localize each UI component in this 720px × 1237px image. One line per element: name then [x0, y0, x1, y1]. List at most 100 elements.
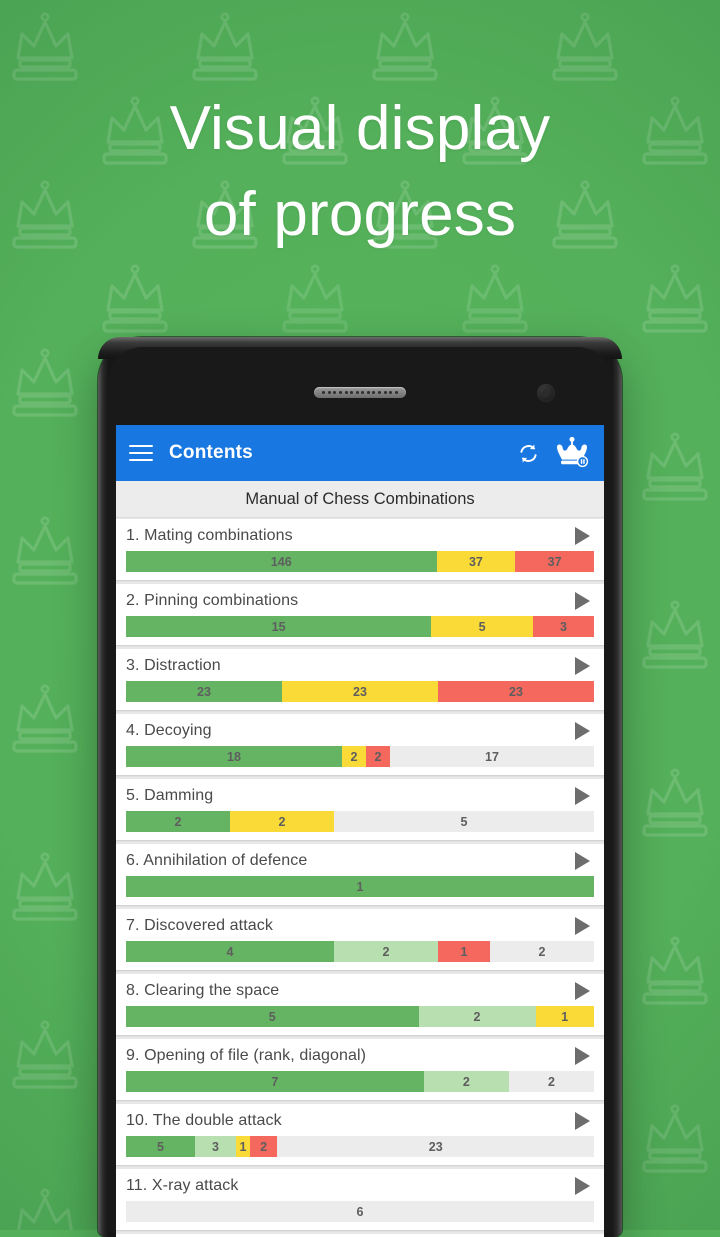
sync-refresh-icon[interactable] [516, 441, 541, 466]
progress-segment-failed: 2 [366, 746, 390, 767]
phone-earpiece-speaker [314, 387, 406, 398]
app-bar-actions [516, 436, 591, 470]
chapter-progress-bar: 15 5 3 [126, 616, 594, 637]
progress-segment-failed: 23 [438, 681, 594, 702]
chapter-play-arrow-icon[interactable] [575, 592, 590, 610]
progress-segment-remaining: 5 [334, 811, 594, 832]
chapter-title: 6. Annihilation of defence [126, 852, 308, 869]
chapter-list[interactable]: 1. Mating combinations 146 37 37 2. Pinning … [116, 518, 604, 1237]
chapter-header-row: 6. Annihilation of defence [126, 851, 594, 876]
chapter-header-row: 4. Decoying [126, 721, 594, 746]
progress-segment-solved: 1 [126, 876, 594, 897]
chapter-title: 5. Damming [126, 787, 214, 804]
progress-segment-solved: 5 [126, 1006, 419, 1027]
chapter-header-row: 3. Distraction [126, 656, 594, 681]
chapter-title: 9. Opening of file (rank, diagonal) [126, 1047, 367, 1064]
chapter-header-row: 11. X-ray attack [126, 1176, 594, 1201]
chapter-title: 7. Discovered attack [126, 917, 273, 934]
chess-queen-crown-logo[interactable] [553, 436, 591, 470]
headline-line-1: Visual display [169, 94, 551, 163]
chapter-play-arrow-icon[interactable] [575, 852, 590, 870]
chapter-play-arrow-icon[interactable] [575, 1177, 590, 1195]
chapter-card[interactable]: 1. Mating combinations 146 37 37 [116, 519, 604, 580]
promo-headline: Visual display of progress [0, 86, 720, 257]
progress-segment-failed: 3 [532, 616, 594, 637]
book-title-header: Manual of Chess Combinations [116, 481, 604, 518]
progress-segment-failed: 1 [438, 941, 490, 962]
progress-segment-solved: 15 [126, 616, 432, 637]
progress-segment-hint: 5 [431, 616, 533, 637]
chapter-card[interactable]: 4. Decoying 18 2 2 17 [116, 714, 604, 775]
progress-segment-partial: 2 [423, 1071, 509, 1092]
progress-segment-failed: 2 [249, 1136, 278, 1157]
progress-segment-solved: 18 [126, 746, 342, 767]
chapter-header-row: 2. Pinning combinations [126, 591, 594, 616]
progress-segment-solved: 146 [126, 551, 437, 572]
chapter-card[interactable]: 5. Damming 2 2 5 [116, 779, 604, 840]
progress-segment-hint: 2 [230, 811, 334, 832]
chapter-play-arrow-icon[interactable] [575, 787, 590, 805]
chapter-header-row: 7. Discovered attack [126, 916, 594, 941]
chapter-card[interactable]: 7. Discovered attack 4 2 1 2 [116, 909, 604, 970]
chapter-progress-bar: 146 37 37 [126, 551, 594, 572]
progress-segment-remaining: 17 [390, 746, 594, 767]
progress-segment-remaining: 2 [508, 1071, 594, 1092]
app-bar: Contents [116, 425, 604, 481]
chapter-card[interactable]: 8. Clearing the space 5 2 1 [116, 974, 604, 1035]
chapter-title: 8. Clearing the space [126, 982, 280, 999]
progress-segment-partial: 3 [194, 1136, 237, 1157]
chapter-play-arrow-icon[interactable] [575, 1047, 590, 1065]
headline-line-2: of progress [203, 179, 517, 249]
chapter-progress-bar: 521 [126, 1006, 594, 1027]
chapter-play-arrow-icon[interactable] [575, 917, 590, 935]
progress-segment-solved: 5 [126, 1136, 195, 1157]
app-bar-title: Contents [169, 442, 253, 463]
chapter-card[interactable]: 10. The double attack 5 3 1 2 23 [116, 1104, 604, 1165]
progress-segment-partial: 2 [418, 1006, 536, 1027]
chapter-progress-bar: 23 23 23 [126, 681, 594, 702]
chapter-play-arrow-icon[interactable] [575, 1112, 590, 1130]
chapter-progress-bar: 4212 [126, 941, 594, 962]
chapter-title: 1. Mating combinations [126, 527, 293, 544]
chapter-card[interactable]: 9. Opening of file (rank, diagonal) 7 2 2 [116, 1039, 604, 1100]
chapter-play-arrow-icon[interactable] [575, 982, 590, 1000]
progress-segment-hint: 23 [282, 681, 438, 702]
chapter-header-row: 9. Opening of file (rank, diagonal) [126, 1046, 594, 1071]
progress-segment-hint: 2 [342, 746, 366, 767]
progress-segment-solved: 4 [126, 941, 334, 962]
progress-segment-solved: 7 [126, 1071, 424, 1092]
chapter-play-arrow-icon[interactable] [575, 527, 590, 545]
chapter-header-row: 10. The double attack [126, 1111, 594, 1136]
chapter-card[interactable]: 2. Pinning combinations 15 5 3 [116, 584, 604, 645]
chapter-progress-bar: 5 3 1 2 23 [126, 1136, 594, 1157]
chapter-header-row: 8. Clearing the space [126, 981, 594, 1006]
chapter-progress-bar: 1 [126, 876, 594, 897]
chapter-title: 2. Pinning combinations [126, 592, 299, 609]
chapter-card[interactable]: 3. Distraction 23 23 23 [116, 649, 604, 710]
progress-segment-partial: 2 [334, 941, 438, 962]
chapter-card[interactable]: 6. Annihilation of defence 1 [116, 844, 604, 905]
progress-segment-hint: 37 [436, 551, 516, 572]
chapter-progress-bar: 225 [126, 811, 594, 832]
chapter-progress-bar: 722 [126, 1071, 594, 1092]
chapter-play-arrow-icon[interactable] [575, 722, 590, 740]
chapter-title: 4. Decoying [126, 722, 212, 739]
chapter-title: 10. The double attack [126, 1112, 282, 1129]
chapter-progress-bar: 18 2 2 17 [126, 746, 594, 767]
progress-segment-hint: 1 [535, 1006, 594, 1027]
progress-segment-solved: 2 [126, 811, 230, 832]
chapter-play-arrow-icon[interactable] [575, 657, 590, 675]
chapter-header-row: 1. Mating combinations [126, 526, 594, 551]
hamburger-menu-icon[interactable] [129, 440, 155, 466]
phone-front-camera [537, 384, 555, 402]
chapter-header-row: 5. Damming [126, 786, 594, 811]
chapter-card[interactable]: 11. X-ray attack 6 [116, 1169, 604, 1230]
progress-segment-remaining: 6 [126, 1201, 594, 1222]
progress-segment-failed: 37 [515, 551, 594, 572]
progress-segment-remaining: 23 [277, 1136, 594, 1157]
progress-segment-hint: 1 [236, 1136, 250, 1157]
phone-screen: Contents Manual of Chess Combinations 1.… [116, 425, 604, 1237]
chapter-title: 11. X-ray attack [126, 1177, 239, 1194]
chapter-title: 3. Distraction [126, 657, 221, 674]
progress-segment-remaining: 2 [490, 941, 594, 962]
